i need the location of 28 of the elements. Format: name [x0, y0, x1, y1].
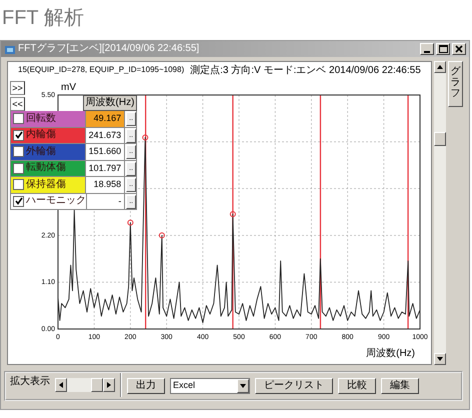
point: [230, 211, 236, 218]
toolbar-button[interactable]: ピークリスト: [255, 378, 333, 394]
column-header: 周波数(Hz): [83, 95, 137, 111]
legend-label: 回転数: [26, 112, 56, 125]
x-axis-label: 周波数(Hz): [366, 348, 415, 359]
frequency-value: 49.167: [86, 111, 126, 126]
zoom-label: 拡大表示: [10, 376, 50, 388]
legend-label: 内輪傷: [26, 129, 56, 142]
point: [158, 232, 165, 238]
toolbar-button[interactable]: 比較: [338, 378, 376, 394]
toolbar-button[interactable]: 出力: [127, 378, 165, 394]
y-axis-label: mV: [61, 82, 76, 93]
measurement-label: 測定点:3 方向:V モード:エンベ 2014/09/06 22:46:55: [190, 64, 421, 78]
window-title: FFTグラフ[エンベ][2014/09/06 22:46:55]: [18, 42, 200, 56]
format-dropdown[interactable]: Excel: [170, 378, 250, 394]
page-heading: FFT 解析: [1, 6, 85, 31]
legend-label: 保持器傷: [26, 178, 66, 191]
expand-button[interactable]: >>: [10, 81, 25, 95]
legend-label: 転動体傷: [26, 162, 66, 174]
point: [127, 220, 134, 226]
toolbar-button[interactable]: 編集: [381, 378, 419, 394]
point: [142, 134, 148, 141]
legend-label: ハーモニック: [26, 195, 86, 208]
frequency-value: -: [87, 194, 126, 209]
legend-label: 外輪傷: [26, 146, 56, 158]
equipment-label: 15(EQUIP_ID=278, EQUIP_P_ID=1095~1098): [18, 64, 184, 76]
graph-tab[interactable]: グラフ: [448, 61, 463, 107]
collapse-button[interactable]: <<: [10, 97, 25, 111]
